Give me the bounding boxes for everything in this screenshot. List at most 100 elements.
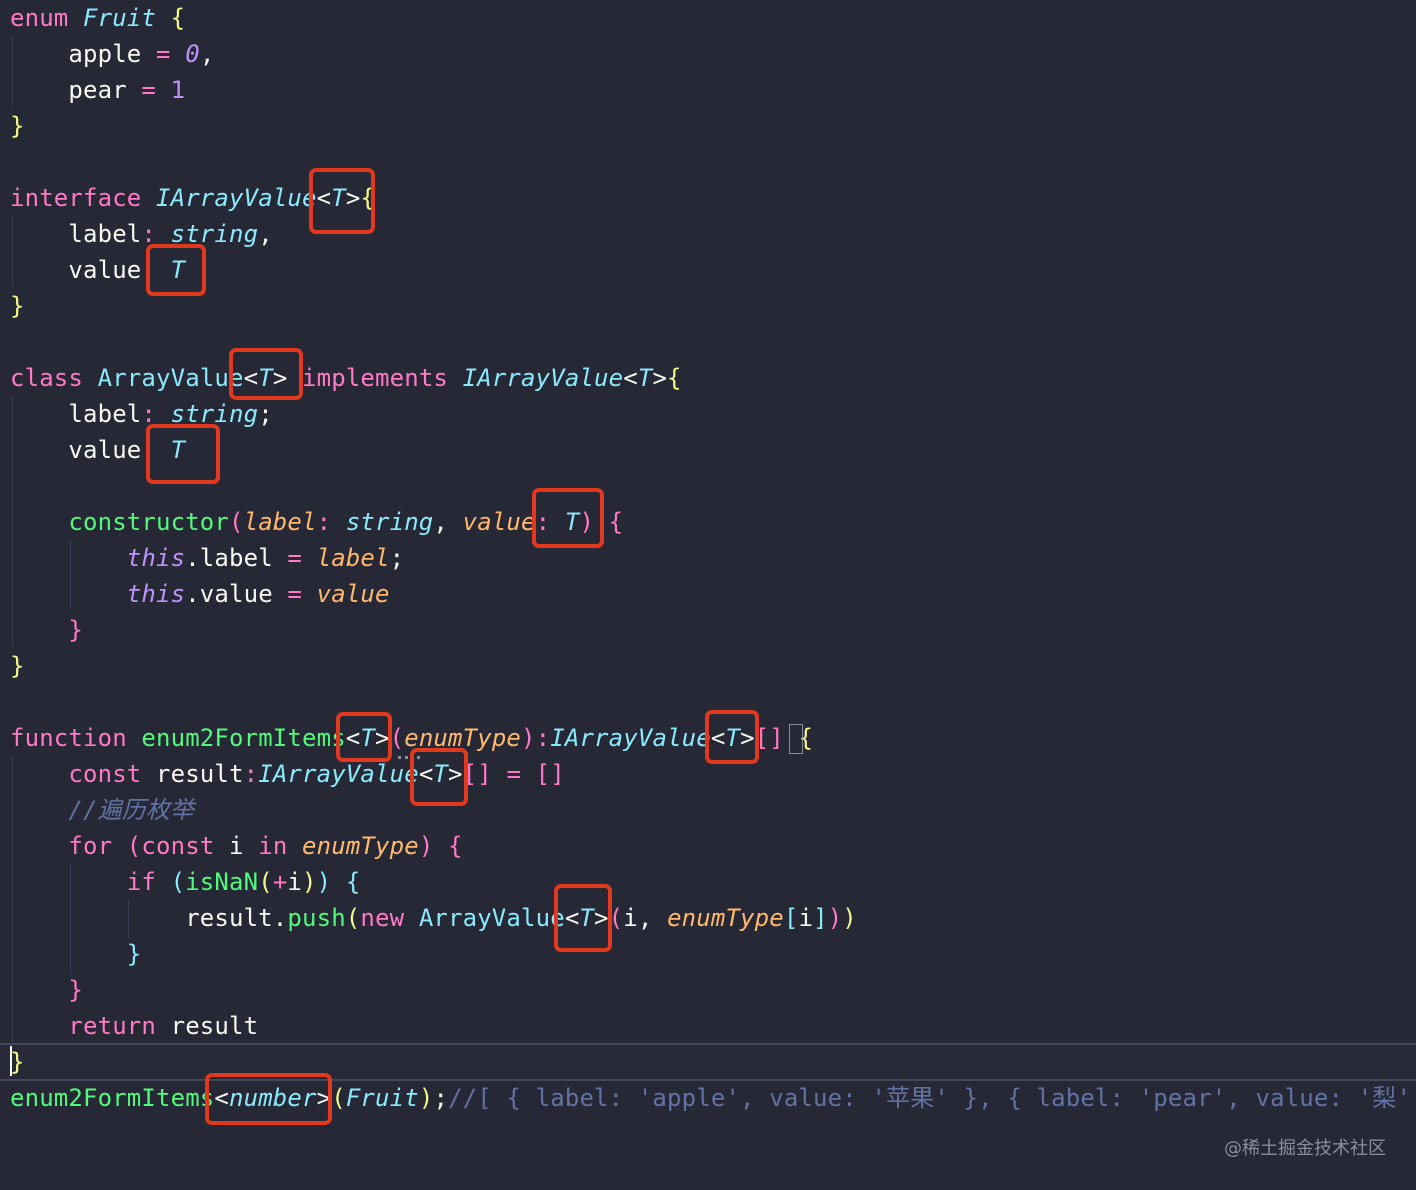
code-token-type: ArrayValue (418, 904, 565, 932)
code-token-bracket-yellow: } (10, 652, 25, 680)
code-token-plain: label (10, 220, 142, 248)
code-token-type: T (258, 364, 273, 392)
code-token-type: T (637, 364, 653, 392)
code-token-keyword: = (141, 76, 157, 104)
code-line[interactable]: enum Fruit { (10, 0, 185, 36)
code-token-plain: > (448, 760, 463, 788)
code-token-function: constructor (10, 508, 229, 536)
code-line[interactable]: enum2FormItems<number>(Fruit);//[ { labe… (10, 1080, 1416, 1116)
code-line[interactable]: //遍历枚举 (10, 792, 194, 828)
code-token-type: number (229, 1084, 317, 1112)
code-token-plain: < (214, 1084, 229, 1112)
code-line[interactable]: value: T (10, 252, 185, 288)
code-token-plain: > (272, 364, 303, 392)
code-line[interactable]: } (10, 288, 25, 324)
code-token-plain: < (345, 724, 361, 752)
code-token-bracket-yellow: { (170, 4, 186, 32)
code-token-plain: < (623, 364, 638, 392)
code-token-keyword: : (243, 760, 259, 788)
code-token-bracket-yellow: ( (258, 868, 273, 896)
code-token-number: 0 (185, 40, 200, 68)
code-line[interactable]: value: T (10, 432, 185, 468)
code-token-plain: apple (10, 40, 156, 68)
code-line[interactable]: result.push(new ArrayValue<T>(i, enumTyp… (10, 900, 857, 936)
code-token-plain: .label (185, 544, 288, 572)
code-token-bracket-pink: [] (754, 724, 784, 752)
code-token-plain: < (243, 364, 259, 392)
code-token-type: T (331, 184, 346, 212)
code-token-plain: i (229, 832, 259, 860)
code-line[interactable]: } (10, 648, 25, 684)
code-token-type: IArrayValue (156, 184, 317, 212)
code-line[interactable]: } (10, 108, 25, 144)
code-token-keyword: enum (10, 4, 83, 32)
code-line[interactable]: function enum2FormItems<T>(enumType):IAr… (10, 720, 813, 756)
code-token-bracket-pink: { (448, 832, 463, 860)
code-token-type: T (170, 436, 186, 464)
code-token-plain: result (156, 760, 244, 788)
code-token-bracket-yellow: } (10, 112, 25, 140)
code-token-plain: > (375, 724, 390, 752)
code-token-keyword: : (141, 400, 171, 428)
code-token-type: T (360, 724, 376, 752)
code-line[interactable]: label: string; (10, 396, 273, 432)
code-token-parameter: enumType (404, 724, 522, 752)
code-token-plain: value (10, 436, 142, 464)
code-token-function: push (287, 904, 346, 932)
code-token-function: enum2FormItems (141, 724, 346, 752)
code-token-bracket-yellow: } (10, 292, 25, 320)
code-token-bracket-blue: [ (783, 904, 799, 932)
code-token-bracket-pink: } (10, 616, 83, 644)
code-token-bracket-yellow: ( (331, 1084, 346, 1112)
code-line[interactable]: const result:IArrayValue<T>[] = [] (10, 756, 565, 792)
code-line[interactable]: this.label = label; (10, 540, 404, 576)
code-token-bracket-yellow: ) (302, 868, 317, 896)
code-line[interactable]: } (10, 1044, 25, 1080)
code-line[interactable]: for (const i in enumType) { (10, 828, 463, 864)
code-token-bracket-yellow: { (667, 364, 682, 392)
code-token-parameter: label (316, 544, 390, 572)
code-token-bracket-pink: ( (608, 904, 624, 932)
code-line[interactable]: } (10, 936, 141, 972)
code-token-bracket-pink: [] (535, 760, 565, 788)
code-token-parameter: enumType (302, 832, 419, 860)
code-token-bracket-yellow: ) (418, 1084, 434, 1112)
code-token-plain: , (199, 40, 215, 68)
code-line[interactable]: pear = 1 (10, 72, 185, 108)
code-line[interactable]: } (10, 612, 83, 648)
code-line[interactable]: } (10, 972, 83, 1008)
code-token-plain: < (418, 760, 434, 788)
code-line[interactable]: this.value = value (10, 576, 390, 612)
code-line[interactable]: apple = 0, (10, 36, 214, 72)
code-token-keyword: + (272, 868, 288, 896)
code-line[interactable]: interface IArrayValue<T>{ (10, 180, 375, 216)
code-token-keyword: : (535, 724, 551, 752)
code-token-type: IArrayValue (258, 760, 419, 788)
code-line[interactable]: return result (10, 1008, 258, 1044)
code-token-keyword: = (287, 580, 303, 608)
code-token-plain: result (170, 1012, 259, 1040)
code-token-keyword: = (506, 760, 522, 788)
code-token-plain: label (10, 400, 142, 428)
code-token-type: string (170, 400, 259, 428)
code-token-number: this (126, 544, 186, 572)
code-token-type: Fruit (345, 1084, 419, 1112)
code-editor[interactable]: enum Fruit { apple = 0, pear = 1} interfa… (0, 0, 1416, 1190)
code-token-type: T (433, 760, 449, 788)
code-line[interactable]: class ArrayValue<T> implements IArrayVal… (10, 360, 682, 396)
code-token-keyword: : (141, 256, 171, 284)
code-token-keyword: const (10, 760, 156, 788)
code-token-keyword: implements (302, 364, 463, 392)
code-token-keyword: = (287, 544, 303, 572)
code-token-bracket-blue: } (10, 940, 142, 968)
code-line[interactable]: if (isNaN(+i)) { (10, 864, 361, 900)
code-line[interactable]: label: string, (10, 216, 273, 252)
code-token-keyword: : (141, 436, 171, 464)
code-token-bracket-pink: [] (462, 760, 507, 788)
code-line[interactable]: constructor(label: string, value: T) { (10, 504, 623, 540)
code-token-bracket-pink: ) (521, 724, 536, 752)
